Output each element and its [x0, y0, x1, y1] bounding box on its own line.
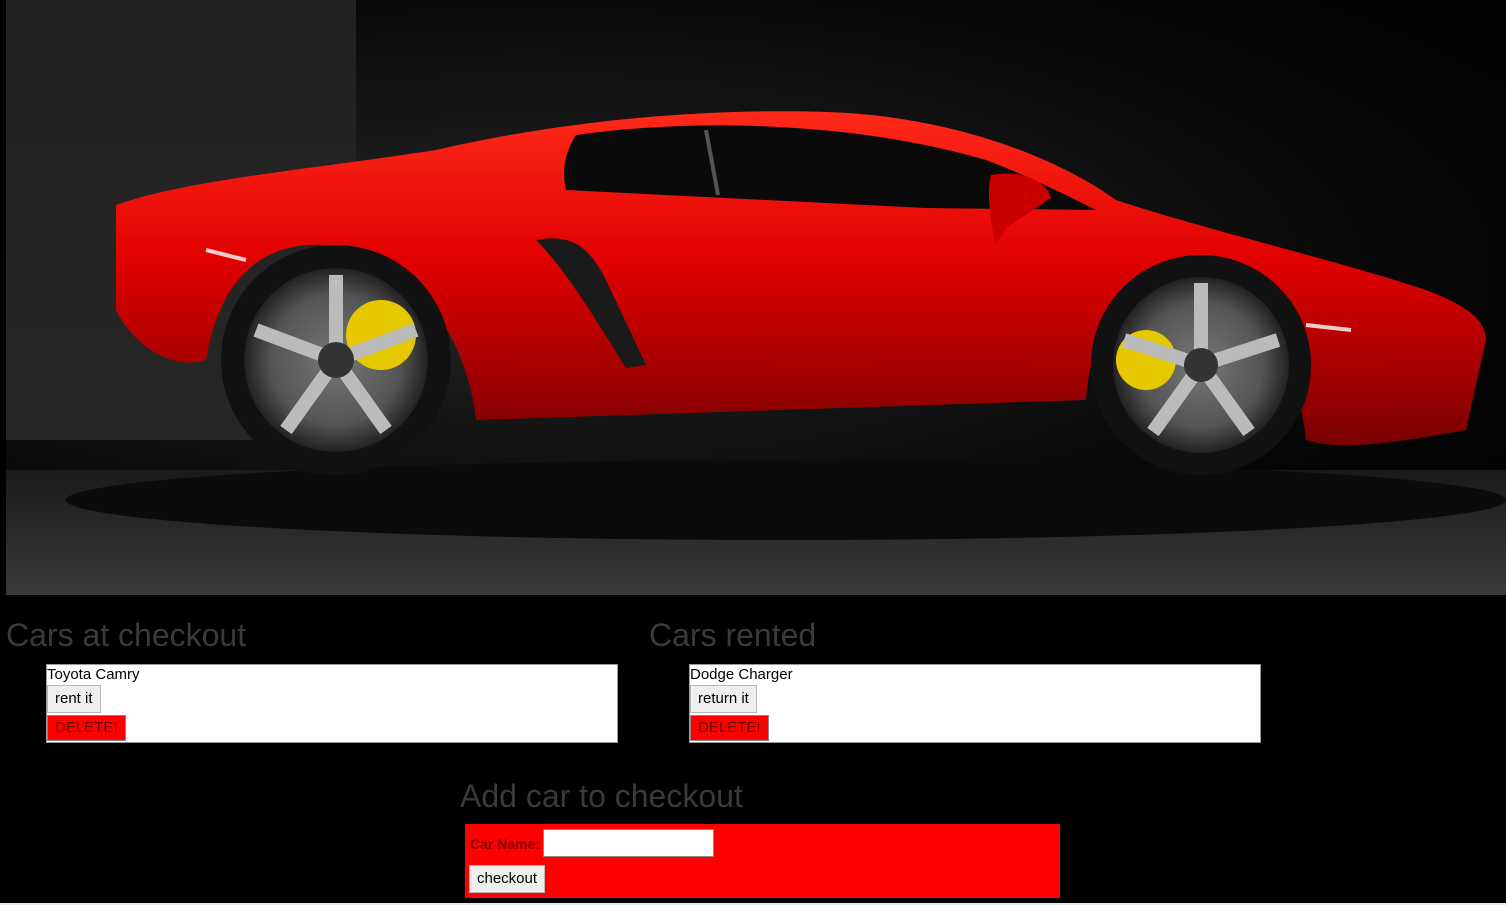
checkout-title: Cars at checkout	[6, 617, 247, 653]
rented-list: Dodge Charger return it DELETE!	[689, 664, 1261, 743]
list-item: Dodge Charger return it DELETE!	[690, 665, 1260, 741]
delete-button[interactable]: DELETE!	[690, 715, 769, 741]
add-car-form: Car Name: checkout	[465, 824, 1060, 898]
car-name-label: Car Name:	[470, 836, 541, 852]
rent-button[interactable]: rent it	[47, 685, 101, 713]
hero-car-image	[6, 0, 1506, 595]
checkout-button[interactable]: checkout	[469, 865, 546, 893]
return-button[interactable]: return it	[690, 685, 757, 713]
car-name: Toyota Camry	[47, 666, 140, 683]
checkout-list: Toyota Camry rent it DELETE!	[46, 664, 618, 743]
car-name-input[interactable]	[543, 829, 714, 857]
page: Cars at checkout Toyota Camry rent it DE…	[0, 0, 1506, 905]
rented-title: Cars rented	[649, 617, 817, 653]
list-item: Toyota Camry rent it DELETE!	[47, 665, 617, 741]
add-car-title: Add car to checkout	[460, 778, 743, 814]
car-name: Dodge Charger	[690, 666, 793, 683]
delete-button[interactable]: DELETE!	[47, 715, 126, 741]
